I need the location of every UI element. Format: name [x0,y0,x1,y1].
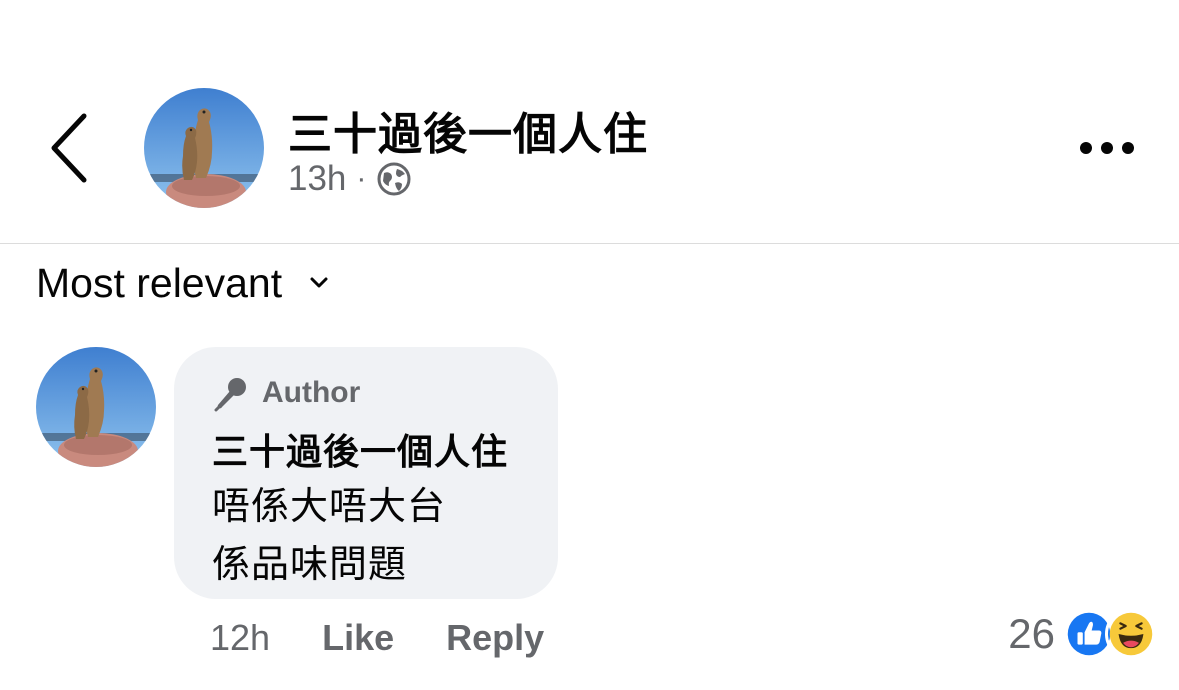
globe-icon [376,161,412,197]
more-dot [1101,142,1113,154]
chevron-left-icon [51,113,87,183]
comment-sort-dropdown[interactable]: Most relevant [36,258,330,308]
sort-label: Most relevant [36,259,283,306]
reaction-summary[interactable]: 26 [1008,606,1157,662]
commenter-avatar[interactable] [36,347,156,467]
back-button[interactable] [44,110,100,186]
page-avatar[interactable] [144,88,264,208]
post-time[interactable]: 13h [288,159,346,199]
author-badge: Author [212,373,360,413]
post-meta: 13h · [288,158,412,200]
like-button[interactable]: Like [322,617,394,659]
reaction-count: 26 [1008,610,1055,657]
comment-time[interactable]: 12h [210,617,270,659]
haha-reaction-icon [1105,608,1157,660]
comment-actions: 12h Like Reply [210,612,544,664]
comment-text-line: 係品味問題 [212,542,408,586]
meerkat-avatar-image [144,88,264,208]
chevron-down-icon [310,277,328,288]
author-badge-label: Author [262,376,361,409]
meta-separator: · [356,162,367,195]
more-dot [1080,142,1092,154]
page-name[interactable]: 三十過後一個人住 [288,98,648,162]
comment-text-line: 唔係大唔大台 [212,484,447,528]
meerkat-avatar-image [36,347,156,467]
microphone-icon [214,378,246,412]
post-header: 三十過後一個人住 13h · [0,0,1179,244]
more-dot [1122,142,1134,154]
reply-button[interactable]: Reply [446,617,544,659]
more-options-button[interactable] [1072,130,1142,166]
comment-author-name[interactable]: 三十過後一個人住 [212,423,508,475]
comment-bubble: Author 三十過後一個人住 唔係大唔大台 係品味問題 [174,347,558,599]
